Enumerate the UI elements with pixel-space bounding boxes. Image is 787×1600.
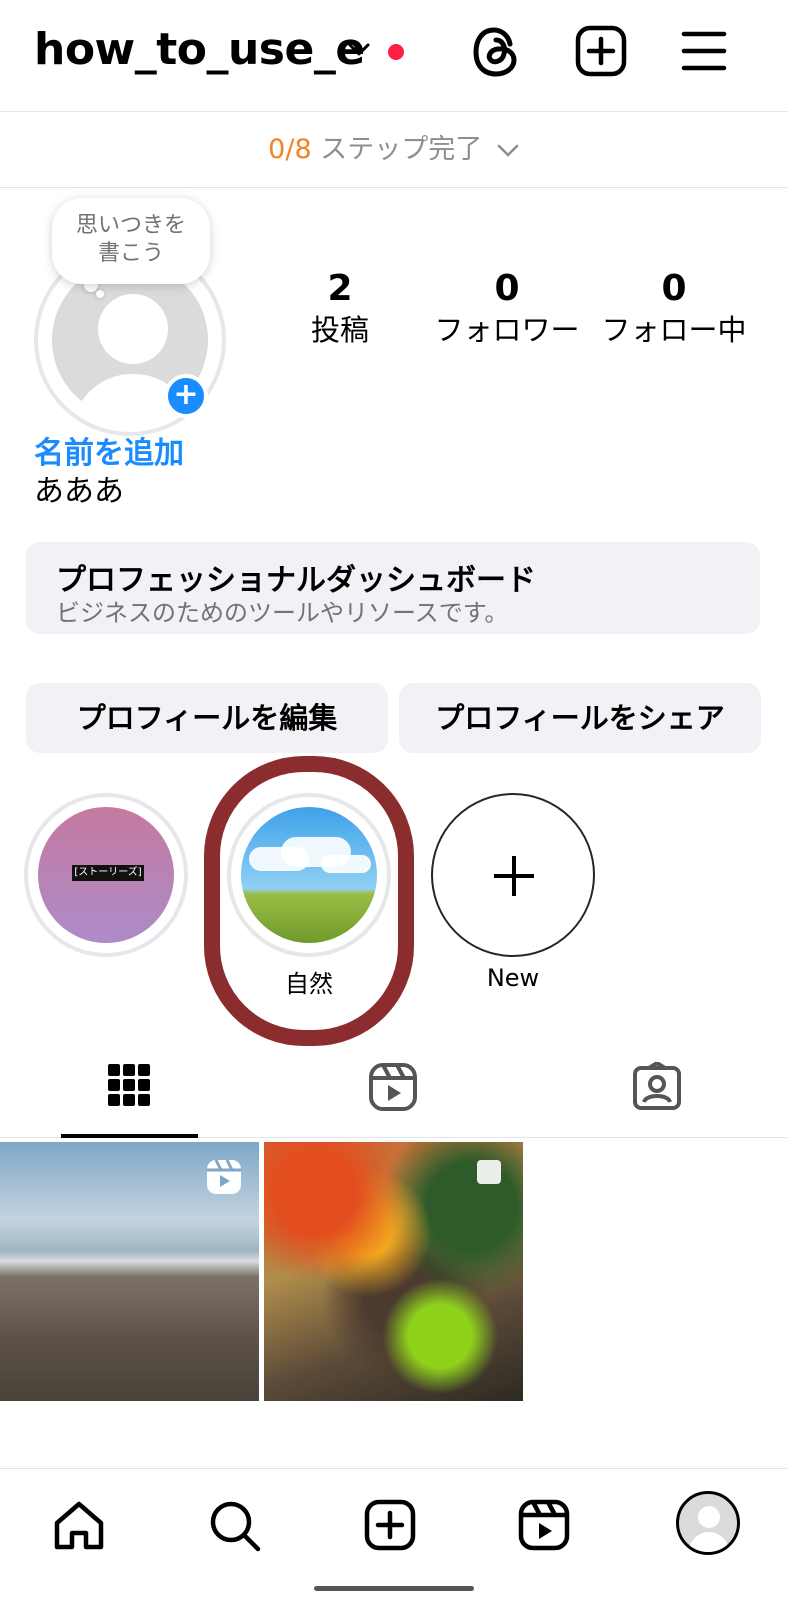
dashboard-subtitle: ビジネスのためのツールやリソースです。 xyxy=(56,599,509,627)
note-bubble[interactable]: 思いつきを 書こう xyxy=(52,198,210,284)
notification-dot xyxy=(388,44,404,60)
steps-label: ステップ完了 xyxy=(311,134,483,165)
new-highlight-button[interactable] xyxy=(431,793,595,957)
stat-following[interactable]: 0 フォロー中 xyxy=(584,268,764,350)
followers-count: 0 xyxy=(494,268,520,309)
posts-count: 2 xyxy=(327,268,353,309)
add-photo-button[interactable]: + xyxy=(164,374,208,418)
note-bubble-text: 思いつきを 書こう xyxy=(75,213,186,266)
username-switcher[interactable]: how_to_use_e xyxy=(34,24,365,75)
profile-tabs xyxy=(0,1050,787,1138)
post-thumbnail-beach[interactable] xyxy=(0,1142,259,1401)
create-post-icon[interactable] xyxy=(574,24,628,78)
highlight-label-new: New xyxy=(486,964,540,992)
steps-count: 0/8 xyxy=(268,134,312,165)
dashboard-title: プロフェッショナルダッシュボード xyxy=(56,563,536,598)
stat-followers[interactable]: 0 フォロワー xyxy=(417,268,597,350)
multi-image-badge-icon xyxy=(477,1160,501,1184)
profile-avatar-nav[interactable] xyxy=(676,1491,740,1555)
following-label: フォロー中 xyxy=(601,313,747,347)
stat-posts[interactable]: 2 投稿 xyxy=(250,268,430,350)
setup-steps-bar[interactable]: 0/8 ステップ完了 xyxy=(0,112,787,188)
bottom-navigation xyxy=(0,1468,787,1600)
reels-icon[interactable] xyxy=(368,1062,418,1112)
grid-icon[interactable] xyxy=(106,1062,152,1108)
chevron-down-icon xyxy=(497,144,519,157)
reel-badge-icon xyxy=(207,1159,241,1194)
share-profile-button[interactable]: プロフィールをシェア xyxy=(399,683,761,753)
professional-dashboard-card[interactable]: プロフェッショナルダッシュボード ビジネスのためのツールやリソースです。 xyxy=(26,542,760,634)
home-indicator xyxy=(314,1586,474,1591)
active-tab-indicator xyxy=(61,1134,198,1138)
home-icon[interactable] xyxy=(52,1499,106,1553)
post-thumbnail-forest[interactable] xyxy=(264,1142,523,1401)
menu-icon[interactable] xyxy=(680,24,728,78)
highlight-cover: [ストーリーズ] xyxy=(38,807,174,943)
top-bar: how_to_use_e xyxy=(0,0,787,112)
search-icon[interactable] xyxy=(208,1499,262,1553)
annotation-highlight-ring xyxy=(204,756,414,1046)
chevron-down-icon[interactable] xyxy=(348,42,370,58)
note-bubble-tail-small xyxy=(96,290,104,298)
bio-text: あああ xyxy=(34,474,124,509)
reels-nav-icon[interactable] xyxy=(518,1499,570,1551)
threads-icon[interactable] xyxy=(472,24,524,80)
posts-label: 投稿 xyxy=(310,313,369,347)
tagged-icon[interactable] xyxy=(632,1062,682,1112)
stories-tag: [ストーリーズ] xyxy=(72,865,144,881)
following-count: 0 xyxy=(661,268,687,309)
highlight-stories[interactable]: [ストーリーズ] xyxy=(24,793,188,957)
edit-profile-button[interactable]: プロフィールを編集 xyxy=(26,683,388,753)
create-icon[interactable] xyxy=(364,1499,416,1551)
followers-label: フォロワー xyxy=(434,313,580,347)
